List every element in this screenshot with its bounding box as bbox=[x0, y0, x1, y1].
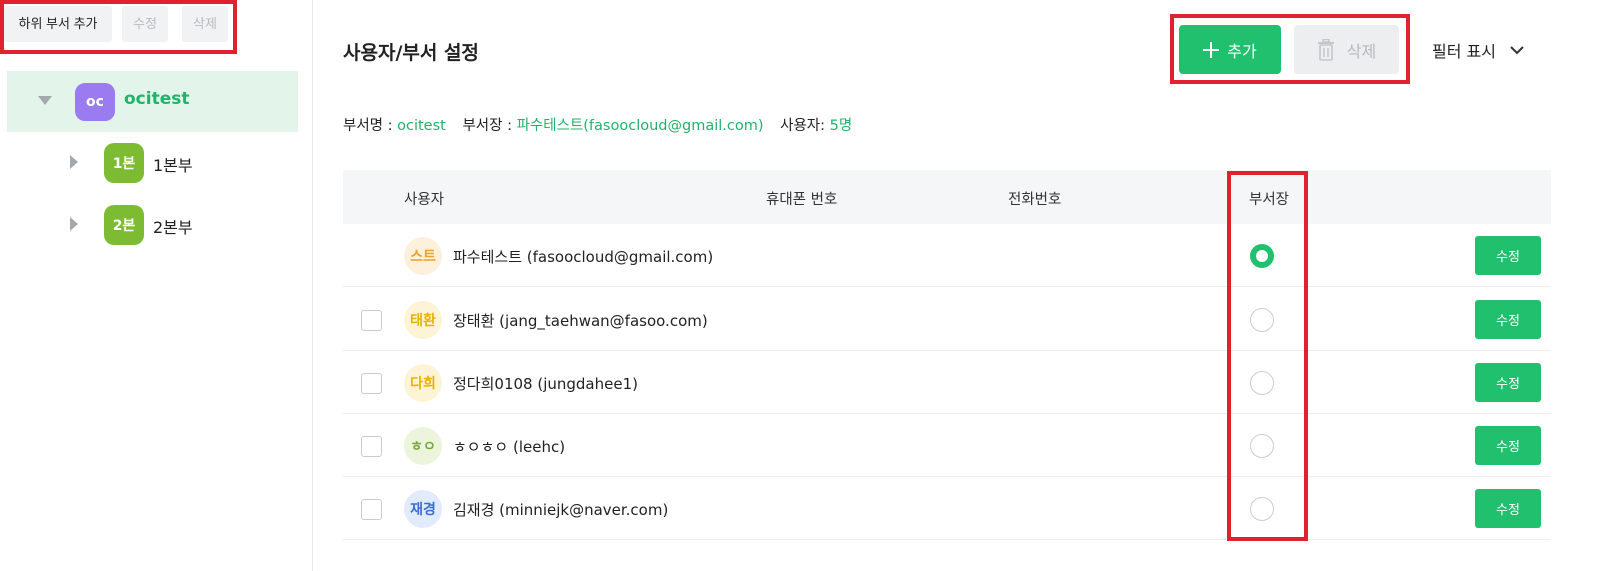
avatar: ㅎㅇ bbox=[404, 427, 442, 465]
edit-department-button[interactable]: 수정 bbox=[122, 6, 168, 42]
user-count-value: 5명 bbox=[829, 118, 853, 134]
column-header-phone: 전화번호 bbox=[1008, 192, 1062, 208]
dept-head-label: 부서장 : bbox=[462, 118, 512, 134]
edit-user-button[interactable]: 수정 bbox=[1475, 489, 1541, 528]
root-department-badge: oc bbox=[75, 83, 115, 121]
table-row: 태환 장태환 (jang_taehwan@fasoo.com) 수정 bbox=[343, 288, 1551, 351]
table-row: ㅎㅇ ㅎㅇㅎㅇ (leehc) 수정 bbox=[343, 414, 1551, 477]
row-checkbox[interactable] bbox=[361, 436, 382, 457]
edit-user-button[interactable]: 수정 bbox=[1475, 426, 1541, 465]
child-department-badge: 1본 bbox=[104, 143, 144, 183]
dept-name-label: 부서명 : bbox=[343, 118, 393, 134]
dept-name-value: ocitest bbox=[397, 118, 446, 134]
dept-head-column-highlight bbox=[1227, 171, 1308, 541]
child-department-label: 2본부 bbox=[153, 218, 193, 237]
table-row: 재경 김재경 (minniejk@naver.com) 수정 bbox=[343, 477, 1551, 540]
child-department-label: 1본부 bbox=[153, 156, 193, 175]
delete-user-button[interactable]: 삭제 bbox=[1294, 25, 1399, 74]
filter-toggle[interactable]: 필터 표시 bbox=[1432, 38, 1524, 62]
page-title: 사용자/부서 설정 bbox=[343, 42, 479, 64]
avatar: 태환 bbox=[404, 301, 442, 339]
user-count-label: 사용자: bbox=[780, 118, 826, 134]
chevron-down-icon bbox=[1510, 46, 1524, 55]
add-user-button[interactable]: 추가 bbox=[1179, 25, 1281, 74]
trash-icon bbox=[1317, 38, 1334, 61]
delete-user-label: 삭제 bbox=[1346, 43, 1377, 61]
user-name: ㅎㅇㅎㅇ (leehc) bbox=[453, 438, 566, 456]
row-checkbox[interactable] bbox=[361, 373, 382, 394]
root-department-label: ocitest bbox=[124, 89, 190, 109]
child-department-badge: 2본 bbox=[104, 205, 144, 245]
avatar: 다희 bbox=[404, 364, 442, 402]
add-sub-department-button[interactable]: 하위 부서 추가 bbox=[4, 6, 112, 42]
user-name: 김재경 (minniejk@naver.com) bbox=[453, 501, 669, 519]
edit-user-button[interactable]: 수정 bbox=[1475, 363, 1541, 402]
dept-head-value: 파수테스트(fasoocloud@gmail.com) bbox=[516, 118, 764, 134]
table-header: 사용자 휴대폰 번호 전화번호 부서장 bbox=[343, 170, 1551, 224]
user-name: 장태환 (jang_taehwan@fasoo.com) bbox=[453, 312, 708, 330]
filter-toggle-label: 필터 표시 bbox=[1432, 42, 1496, 61]
tree-node-child[interactable]: 2본 2본부 bbox=[0, 202, 313, 252]
department-info: 부서명 : ocitest 부서장 : 파수테스트(fasoocloud@gma… bbox=[343, 114, 852, 135]
delete-department-button[interactable]: 삭제 bbox=[182, 6, 228, 42]
row-checkbox[interactable] bbox=[361, 310, 382, 331]
row-checkbox[interactable] bbox=[361, 499, 382, 520]
table-row: 스트 파수테스트 (fasoocloud@gmail.com) 수정 bbox=[343, 224, 1551, 287]
column-header-mobile: 휴대폰 번호 bbox=[766, 192, 838, 208]
plus-icon bbox=[1203, 41, 1220, 58]
department-tree-panel: 하위 부서 추가 수정 삭제 oc ocitest 1본 1본부 2본 2본부 bbox=[0, 0, 313, 571]
caret-right-icon[interactable] bbox=[70, 155, 78, 169]
edit-user-button[interactable]: 수정 bbox=[1475, 236, 1541, 275]
table-row: 다희 정다희0108 (jungdahee1) 수정 bbox=[343, 351, 1551, 414]
caret-down-icon[interactable] bbox=[38, 96, 52, 105]
add-user-label: 추가 bbox=[1227, 43, 1257, 61]
user-name: 파수테스트 (fasoocloud@gmail.com) bbox=[453, 248, 714, 266]
avatar: 스트 bbox=[404, 237, 442, 275]
column-header-user: 사용자 bbox=[404, 192, 445, 208]
tree-node-root[interactable]: oc ocitest bbox=[7, 71, 298, 132]
tree-node-child[interactable]: 1본 1본부 bbox=[0, 140, 313, 190]
user-name: 정다희0108 (jungdahee1) bbox=[453, 375, 638, 393]
avatar: 재경 bbox=[404, 490, 442, 528]
edit-user-button[interactable]: 수정 bbox=[1475, 300, 1541, 339]
caret-right-icon[interactable] bbox=[70, 217, 78, 231]
